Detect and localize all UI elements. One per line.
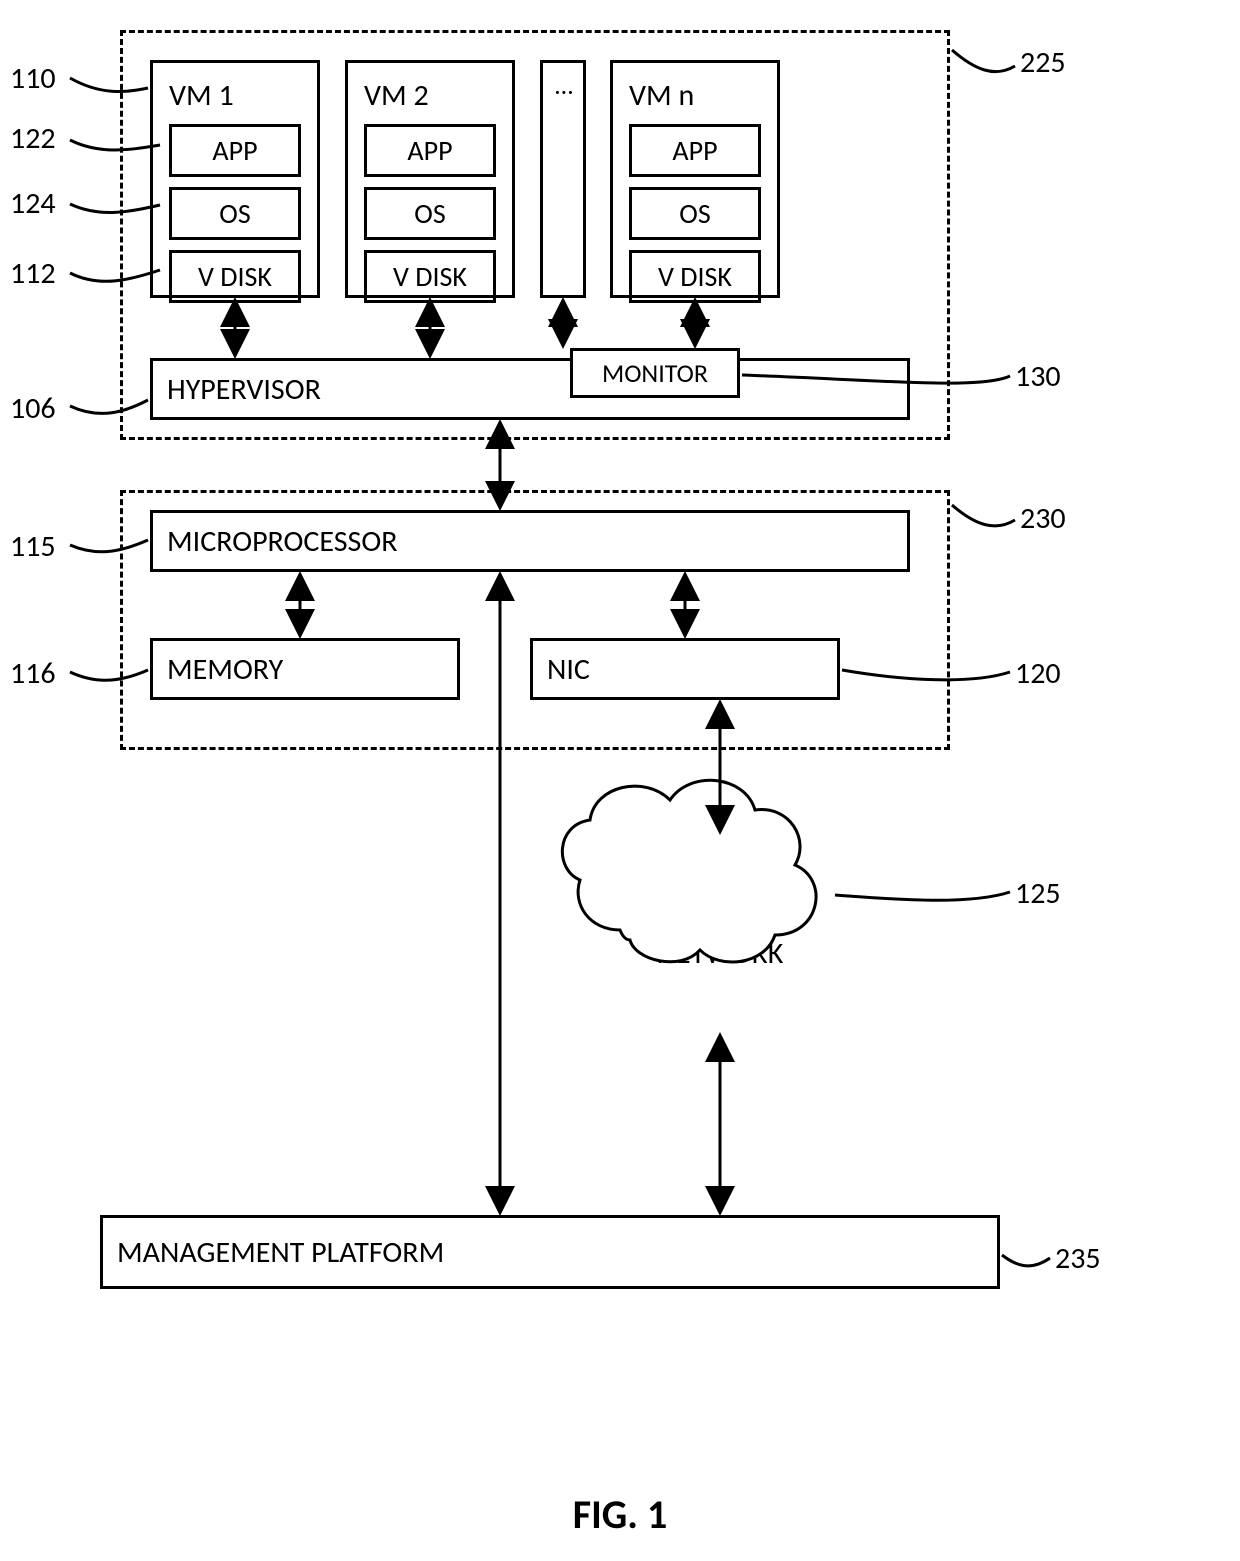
- mgmt-label: MANAGEMENT PLATFORM: [117, 1234, 444, 1271]
- monitor-box: MONITOR: [570, 348, 740, 398]
- ref-120: 120: [1015, 655, 1061, 692]
- vm2-app: APP: [364, 124, 496, 177]
- vm1-os: OS: [169, 187, 301, 240]
- network-text: DIGITAL NETWORK: [620, 897, 820, 972]
- ref-235: 235: [1055, 1240, 1101, 1277]
- vm2-box: VM 2 APP OS V DISK: [345, 60, 515, 298]
- ref-110: 110: [10, 60, 56, 97]
- vm1-vdisk: V DISK: [169, 250, 301, 303]
- ref-130: 130: [1015, 358, 1061, 395]
- monitor-label: MONITOR: [602, 357, 708, 389]
- ref-125: 125: [1015, 875, 1061, 912]
- ref-112: 112: [10, 255, 56, 292]
- memory-label: MEMORY: [167, 651, 283, 688]
- memory-box: MEMORY: [150, 638, 460, 700]
- microprocessor-label: MICROPROCESSOR: [167, 523, 398, 560]
- vm2-title: VM 2: [364, 77, 500, 114]
- ref-230: 230: [1020, 500, 1066, 537]
- ref-106: 106: [10, 390, 56, 427]
- vmn-app: APP: [629, 124, 761, 177]
- vm1-title: VM 1: [169, 77, 305, 114]
- nic-label: NIC: [547, 651, 590, 688]
- hypervisor-label: HYPERVISOR: [167, 371, 321, 408]
- vm-ellipsis: …: [555, 69, 573, 101]
- ref-122: 122: [10, 120, 56, 157]
- vm-ellipsis-box: …: [540, 60, 586, 298]
- ref-124: 124: [10, 185, 56, 222]
- vm1-box: VM 1 APP OS V DISK: [150, 60, 320, 298]
- vmn-os: OS: [629, 187, 761, 240]
- vmn-box: VM n APP OS V DISK: [610, 60, 780, 298]
- ref-225: 225: [1020, 44, 1066, 81]
- vmn-vdisk: V DISK: [629, 250, 761, 303]
- mgmt-box: MANAGEMENT PLATFORM: [100, 1215, 1000, 1289]
- vm1-app: APP: [169, 124, 301, 177]
- network-line2: NETWORK: [620, 935, 820, 973]
- microprocessor-box: MICROPROCESSOR: [150, 510, 910, 572]
- ref-115: 115: [10, 528, 56, 565]
- vmn-title: VM n: [629, 77, 765, 114]
- nic-box: NIC: [530, 638, 840, 700]
- vm2-vdisk: V DISK: [364, 250, 496, 303]
- ref-116: 116: [10, 655, 56, 692]
- figure-caption: FIG. 1: [0, 1490, 1240, 1539]
- hypervisor-box: HYPERVISOR: [150, 358, 910, 420]
- network-line1: DIGITAL: [620, 897, 820, 935]
- vm2-os: OS: [364, 187, 496, 240]
